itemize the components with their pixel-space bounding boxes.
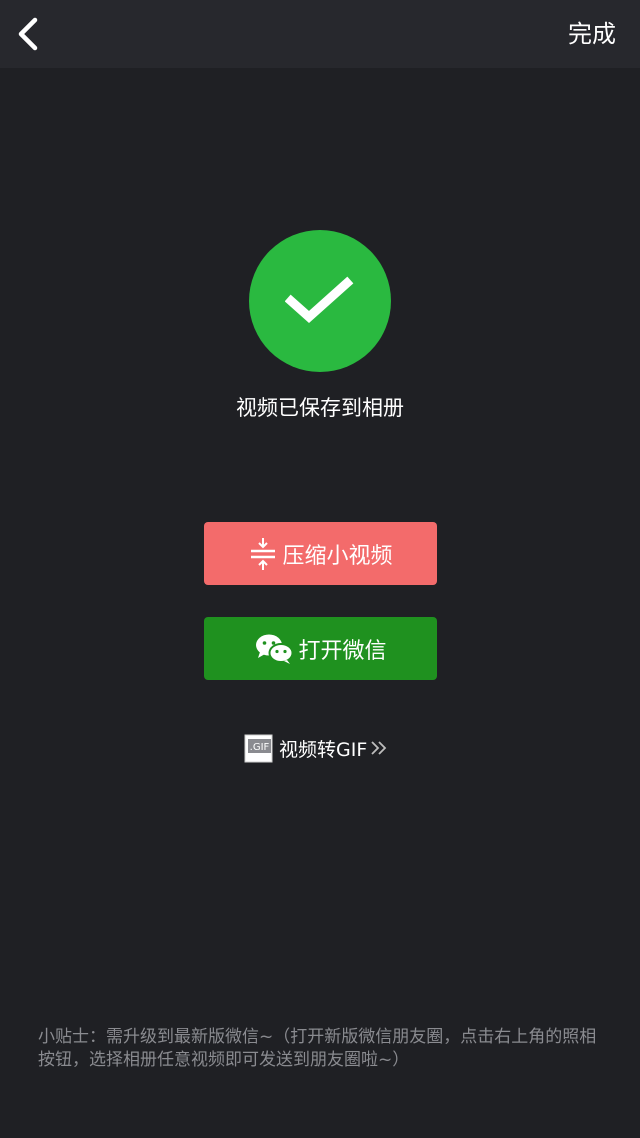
open-wechat-label: 打开微信	[298, 638, 387, 664]
compress-video-button[interactable]: 压缩小视频	[204, 522, 437, 585]
tip-text: 小贴士：需升级到最新版微信~（打开新版微信朋友圈，点击右上角的照相按钮，选择相册…	[38, 1027, 597, 1070]
compress-video-label: 压缩小视频	[282, 543, 393, 569]
back-button[interactable]	[6, 10, 50, 58]
video-saved-screen: 完成 视频已保存到相册 压缩小视频 打开微信 .GIF 视频转GIF 小贴士：需…	[0, 0, 640, 1138]
success-badge	[249, 230, 391, 372]
svg-text:.GIF: .GIF	[250, 742, 270, 753]
top-bar: 完成	[0, 0, 640, 68]
saved-message: 视频已保存到相册	[236, 396, 404, 420]
open-wechat-button[interactable]: 打开微信	[204, 617, 437, 680]
checkmark-icon	[285, 276, 354, 324]
gif-file-icon: .GIF	[244, 734, 273, 763]
video-to-gif-label: 视频转GIF	[279, 738, 368, 761]
wechat-icon	[254, 633, 294, 665]
video-to-gif-link[interactable]: .GIF 视频转GIF	[244, 732, 388, 764]
chevron-left-icon	[18, 17, 38, 51]
double-chevron-right-icon	[370, 740, 388, 756]
compress-icon	[248, 537, 278, 571]
done-button[interactable]: 完成	[568, 14, 616, 54]
